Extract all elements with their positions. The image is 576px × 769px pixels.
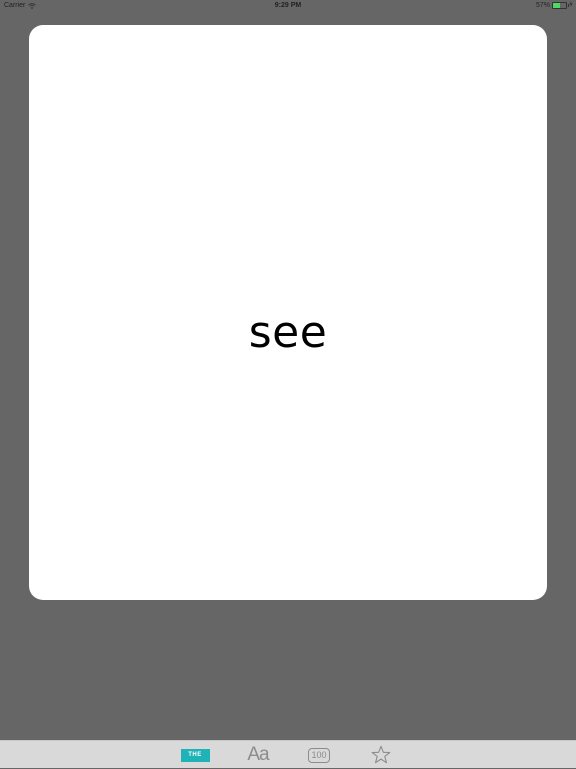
tab-hundred[interactable]: 100	[305, 741, 333, 769]
tab-bar: THE Aa 100	[0, 740, 576, 768]
tab-font[interactable]: Aa	[244, 741, 272, 769]
status-bar: Carrier 9:29 PM 57%	[0, 0, 576, 12]
font-aa-icon: Aa	[247, 744, 269, 765]
battery-icon	[552, 1, 569, 9]
hundred-icon: 100	[308, 747, 330, 763]
status-time: 9:29 PM	[274, 2, 302, 9]
star-icon	[371, 745, 391, 764]
battery-tip	[568, 3, 569, 7]
charging-bolt-icon	[569, 1, 573, 9]
battery-percent: 57%	[535, 1, 550, 9]
the-badge-icon: THE	[180, 748, 210, 762]
tab-the[interactable]: THE	[180, 741, 210, 769]
battery-group: 57%	[536, 1, 573, 9]
battery-fill	[553, 2, 561, 8]
flash-card[interactable]: see	[29, 25, 547, 600]
tab-favorites[interactable]	[368, 741, 394, 769]
card-word: see	[248, 307, 328, 358]
